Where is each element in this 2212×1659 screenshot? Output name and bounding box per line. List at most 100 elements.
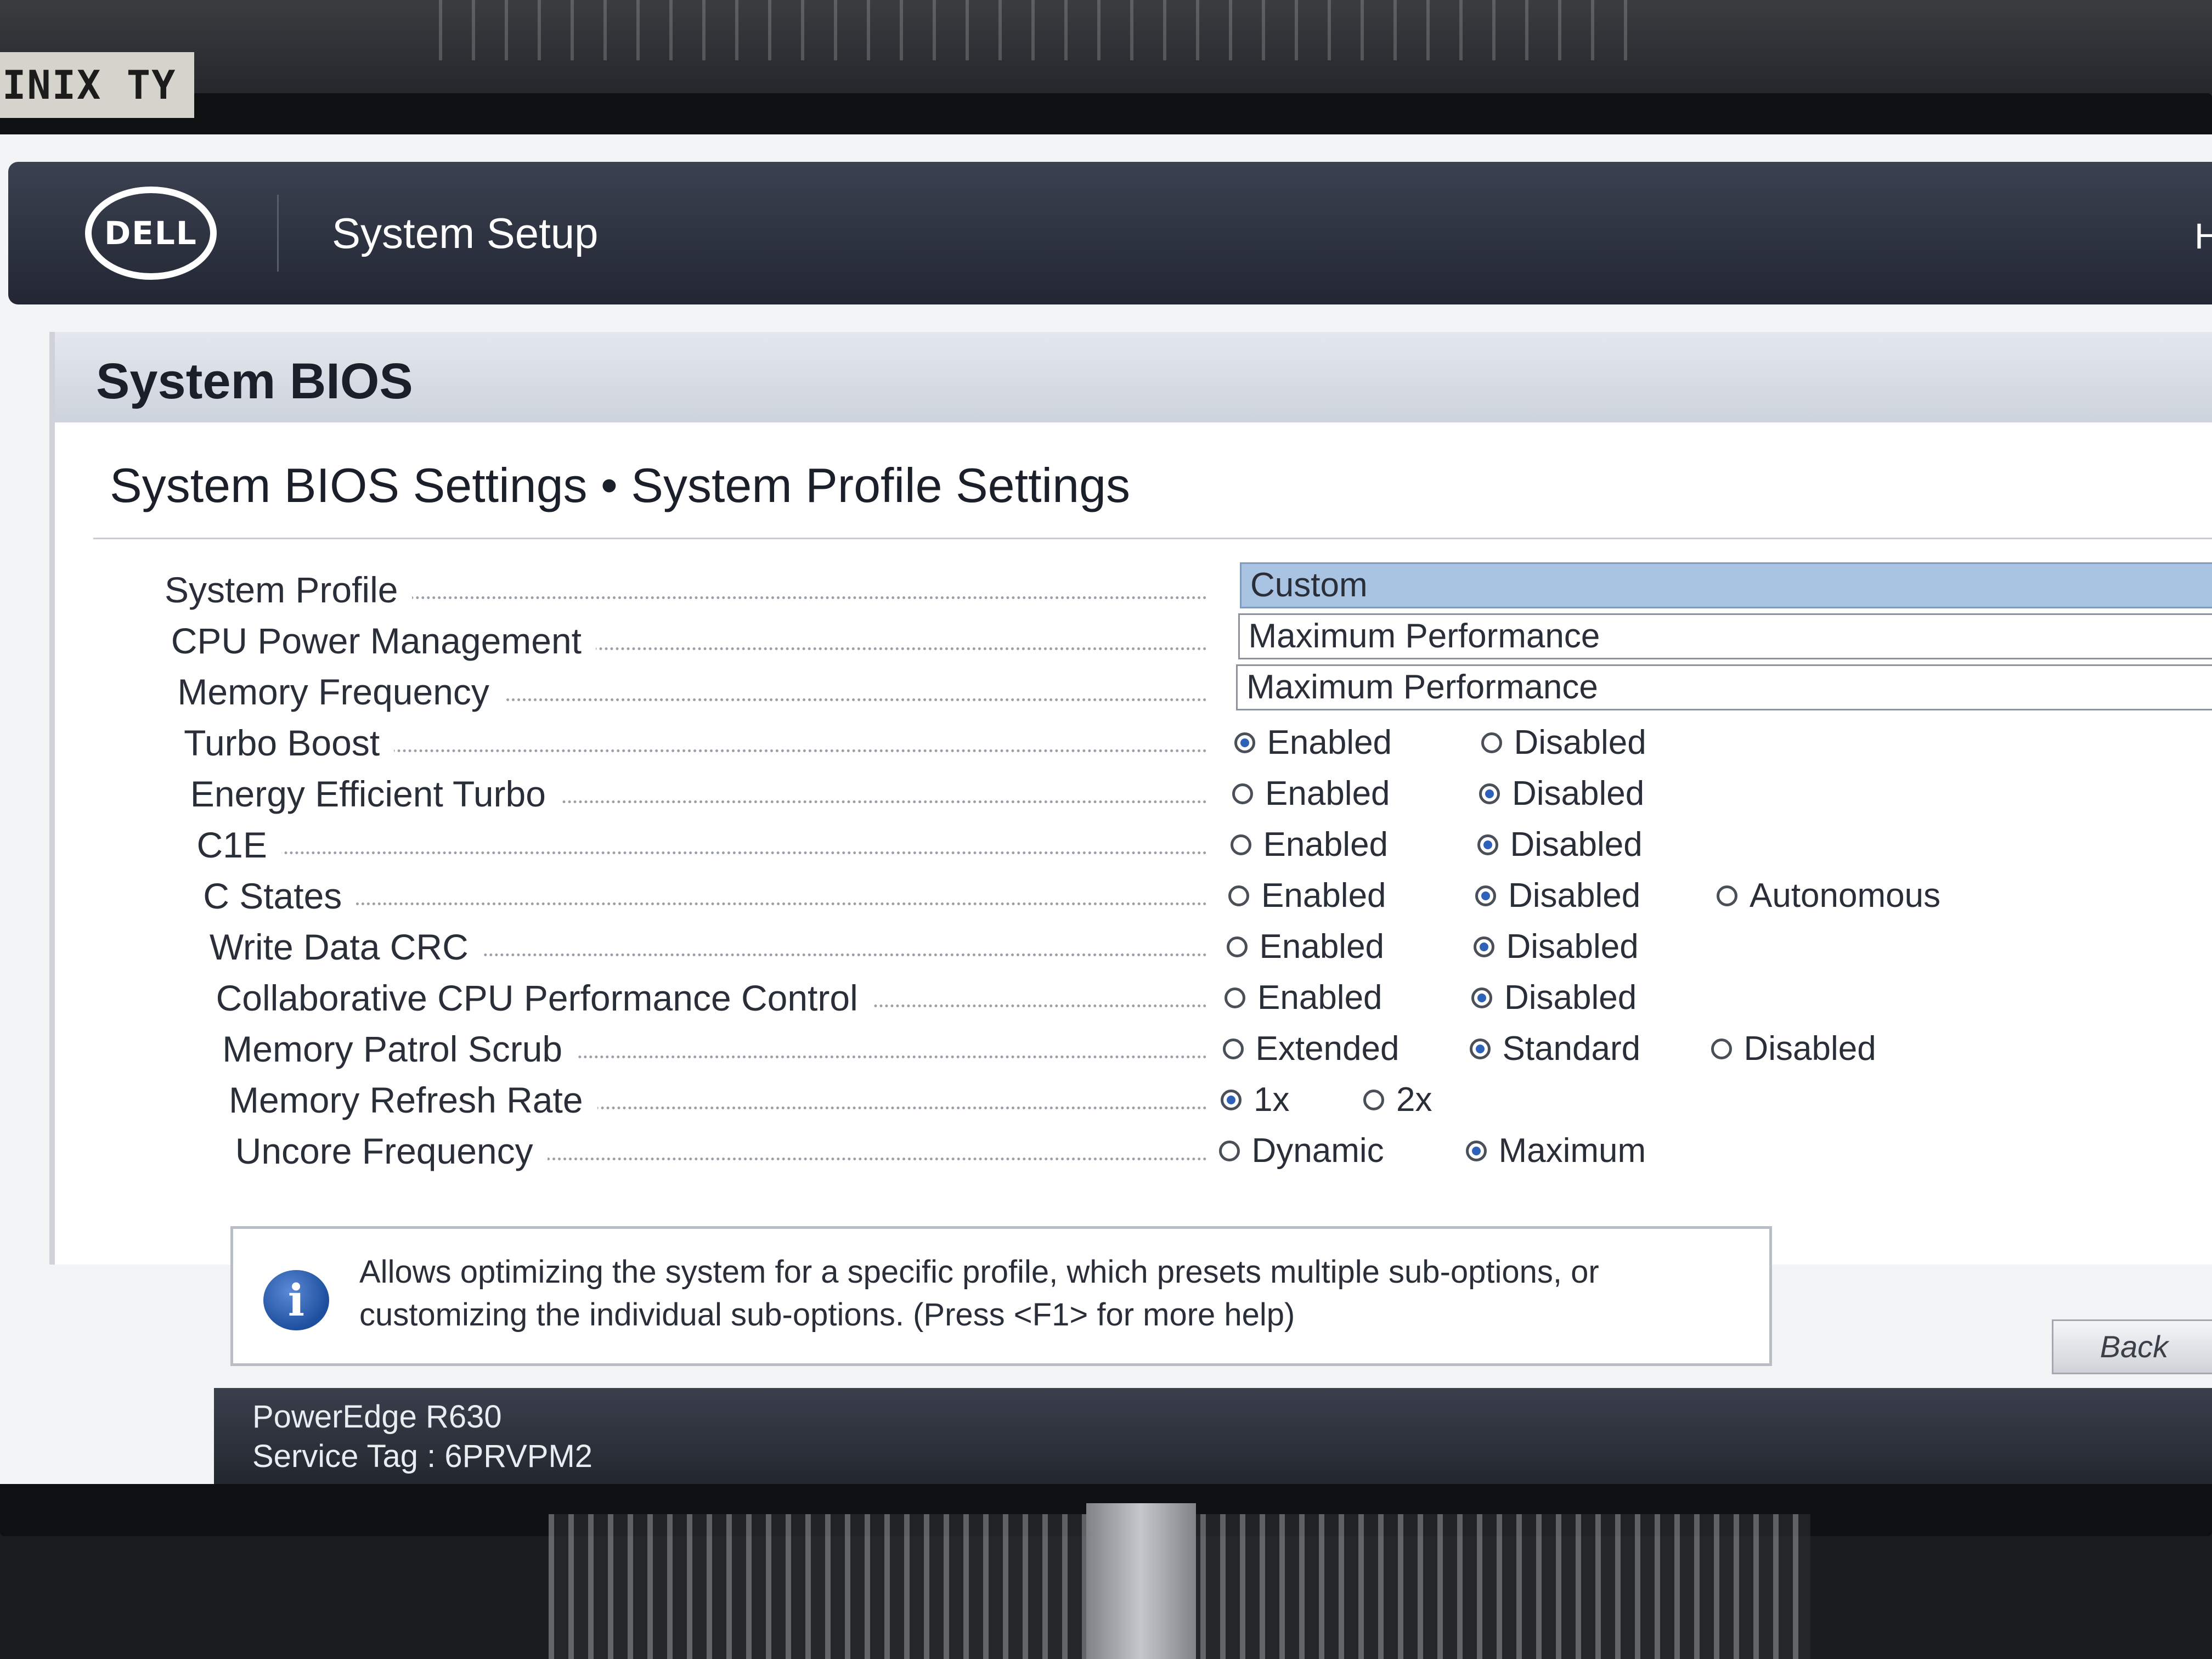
setting-label: Memory Patrol Scrub <box>222 1022 577 1076</box>
radio-label: Enabled <box>1261 877 1386 915</box>
radio-label: Enabled <box>1267 724 1392 761</box>
radio-option[interactable]: Disabled <box>1473 924 1639 970</box>
radio-option[interactable]: Enabled <box>1228 873 1386 919</box>
help-text-line: Allows optimizing the system for a speci… <box>359 1254 1599 1290</box>
radio-selected-icon[interactable] <box>1221 1089 1242 1110</box>
radio-empty-icon[interactable] <box>1228 885 1249 906</box>
asset-sticker: INIX TY 5 <box>0 52 194 174</box>
radio-empty-icon[interactable] <box>1232 783 1253 804</box>
setting-row[interactable]: Energy Efficient Turbo Enabled Disabled <box>55 766 2212 821</box>
radio-label: Disabled <box>1510 826 1643 864</box>
radio-option[interactable]: Disabled <box>1475 873 1640 919</box>
radio-selected-icon[interactable] <box>1469 1038 1491 1059</box>
setting-row[interactable]: Write Data CRC Enabled Disabled <box>55 919 2212 974</box>
setting-row[interactable]: Memory Frequency Maximum Performance <box>55 664 2212 719</box>
radio-option[interactable]: Enabled <box>1232 771 1390 817</box>
page-title: System BIOS <box>96 353 413 409</box>
room-background <box>0 0 2212 99</box>
setting-label: Collaborative CPU Performance Control <box>216 970 872 1025</box>
setting-label: Memory Frequency <box>177 664 504 719</box>
radio-label: Maximum <box>1498 1132 1646 1170</box>
radio-empty-icon[interactable] <box>1218 1140 1240 1161</box>
header-divider <box>277 195 279 272</box>
setting-row[interactable]: Uncore Frequency Dynamic Maximum <box>55 1124 2212 1178</box>
radio-label: 1x <box>1254 1081 1290 1119</box>
info-icon: i <box>263 1270 329 1330</box>
radio-selected-icon[interactable] <box>1471 987 1492 1008</box>
radio-label: Disabled <box>1743 1030 1876 1068</box>
radio-option[interactable]: 1x <box>1221 1077 1289 1123</box>
radio-empty-icon[interactable] <box>1481 732 1502 753</box>
dell-logo: DELL <box>85 187 217 280</box>
radio-option[interactable]: Enabled <box>1226 924 1385 970</box>
setting-label: Turbo Boost <box>184 715 394 770</box>
radio-label: Disabled <box>1508 877 1641 915</box>
setting-label: System Profile <box>165 562 413 617</box>
radio-label: Disabled <box>1504 979 1637 1017</box>
radio-empty-icon[interactable] <box>1717 885 1737 906</box>
radio-label: Extended <box>1255 1030 1400 1068</box>
setting-dropdown[interactable]: Maximum Performance <box>1238 613 2212 659</box>
setting-row[interactable]: Memory Refresh Rate 1x 2x <box>55 1073 2212 1127</box>
radio-empty-icon[interactable] <box>1224 987 1245 1008</box>
leader-dots <box>196 851 1207 854</box>
radio-selected-icon[interactable] <box>1465 1140 1487 1161</box>
back-button[interactable]: Back <box>2052 1319 2212 1374</box>
breadcrumb: System BIOS Settings • System Profile Se… <box>110 458 1130 512</box>
radio-selected-icon[interactable] <box>1473 936 1494 957</box>
radio-option[interactable]: Standard <box>1469 1026 1641 1072</box>
radio-option[interactable]: Enabled <box>1234 720 1392 766</box>
radio-empty-icon[interactable] <box>1226 936 1248 957</box>
radio-option[interactable]: Disabled <box>1711 1026 1876 1072</box>
server-cage <box>439 0 1646 60</box>
setting-row[interactable]: System Profile Custom <box>55 562 2212 617</box>
header-bar: DELL System Setup H <box>8 162 2212 304</box>
model-name: PowerEdge R630 <box>252 1399 502 1435</box>
setting-label: C States <box>203 868 357 923</box>
monitor-stand <box>1086 1503 1196 1659</box>
setting-row[interactable]: Collaborative CPU Performance Control Ena… <box>55 970 2212 1025</box>
setting-row[interactable]: CPU Power Management Maximum Performance <box>55 613 2212 668</box>
radio-selected-icon[interactable] <box>1234 732 1255 753</box>
radio-label: Autonomous <box>1750 877 1941 915</box>
radio-option[interactable]: Disabled <box>1479 771 1644 817</box>
radio-option[interactable]: Extended <box>1222 1026 1400 1072</box>
setting-row[interactable]: C1E Enabled Disabled <box>55 817 2212 872</box>
radio-label: Disabled <box>1512 775 1645 812</box>
radio-empty-icon[interactable] <box>1222 1038 1244 1059</box>
radio-empty-icon[interactable] <box>1363 1089 1384 1110</box>
bios-screen: DELL System Setup H System BIOS System B… <box>0 134 2212 1484</box>
radio-option[interactable]: Disabled <box>1481 720 1646 766</box>
help-box: i Allows optimizing the system for a spe… <box>230 1226 1772 1366</box>
setting-label: Energy Efficient Turbo <box>190 766 560 821</box>
setting-row[interactable]: Memory Patrol Scrub Extended Standard Disab… <box>55 1022 2212 1076</box>
setting-dropdown[interactable]: Maximum Performance <box>1236 664 2212 710</box>
help-link[interactable]: H <box>2194 214 2212 258</box>
setting-row[interactable]: Turbo Boost Enabled Disabled <box>55 715 2212 770</box>
radio-selected-icon[interactable] <box>1477 834 1498 855</box>
radio-empty-icon[interactable] <box>1230 834 1251 855</box>
radio-option[interactable]: Dynamic <box>1218 1128 1384 1174</box>
radio-empty-icon[interactable] <box>1711 1038 1732 1059</box>
radio-selected-icon[interactable] <box>1479 783 1500 804</box>
radio-label: Enabled <box>1257 979 1383 1017</box>
setting-label: Write Data CRC <box>209 919 483 974</box>
help-text-line: customizing the individual sub-options. … <box>359 1297 1295 1333</box>
radio-option[interactable]: Autonomous <box>1717 873 1940 919</box>
settings-panel: System BIOS System BIOS Settings • Syste… <box>49 332 2212 1265</box>
radio-selected-icon[interactable] <box>1475 885 1496 906</box>
setting-dropdown[interactable]: Custom <box>1240 562 2212 608</box>
radio-option[interactable]: 2x <box>1363 1077 1432 1123</box>
radio-option[interactable]: Maximum <box>1465 1128 1646 1174</box>
radio-option[interactable]: Disabled <box>1477 822 1643 868</box>
radio-label: Enabled <box>1259 928 1385 966</box>
setting-row[interactable]: C States Enabled Disabled Autonomous <box>55 868 2212 923</box>
radio-option[interactable]: Enabled <box>1230 822 1388 868</box>
help-text: Allows optimizing the system for a speci… <box>359 1251 1742 1336</box>
app-title: System Setup <box>332 209 599 257</box>
radio-option[interactable]: Disabled <box>1471 975 1637 1021</box>
panel-header: System BIOS <box>55 332 2212 422</box>
footer-bar: PowerEdge R630 Service Tag : 6PRVPM2 <box>214 1388 2212 1484</box>
radio-label: Standard <box>1502 1030 1641 1068</box>
radio-option[interactable]: Enabled <box>1224 975 1383 1021</box>
